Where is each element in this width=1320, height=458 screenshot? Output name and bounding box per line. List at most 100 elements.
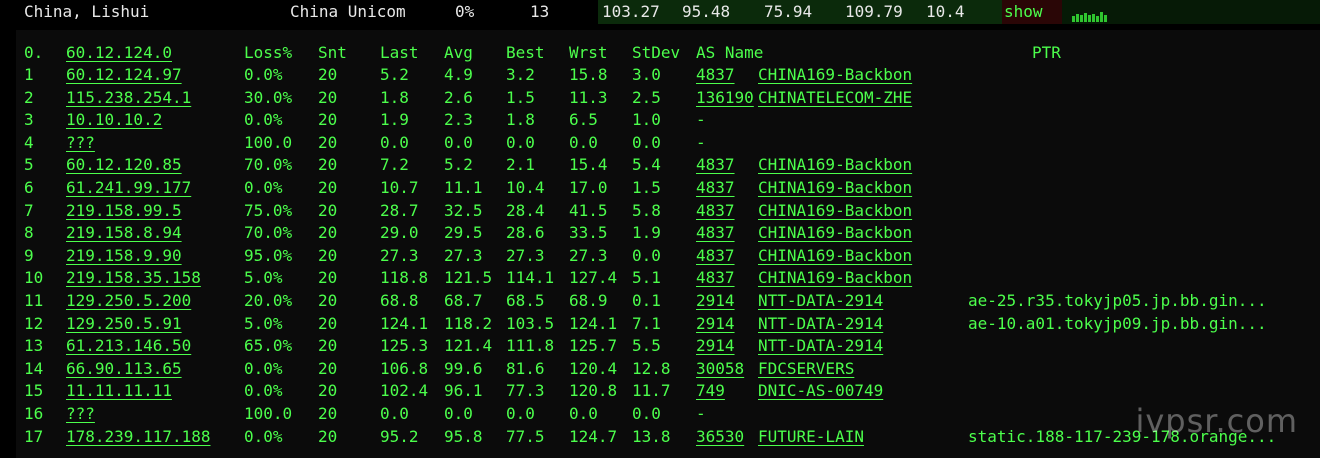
hop-wrst: 127.4 bbox=[569, 268, 618, 288]
hop-host[interactable]: 60.12.124.97 bbox=[66, 64, 182, 86]
hop-avg: 99.6 bbox=[444, 358, 483, 378]
hop-asn[interactable]: 2914 bbox=[696, 313, 735, 335]
hop-asn[interactable]: 136190 bbox=[696, 87, 754, 109]
latency-sparkline-icon bbox=[1072, 12, 1107, 22]
probe-loss: 0% bbox=[455, 2, 475, 21]
hop-avg: 11.1 bbox=[444, 178, 483, 197]
hop-avg: 0.0 bbox=[444, 132, 473, 152]
hop-host[interactable]: 61.213.146.50 bbox=[66, 335, 191, 357]
hop-asname[interactable]: CHINA169-Backbon bbox=[758, 154, 912, 176]
hop-stdev: 0.0 bbox=[632, 132, 661, 152]
hop-asname[interactable]: NTT-DATA-2914 bbox=[758, 335, 883, 357]
header-host[interactable]: 60.12.124.0 bbox=[66, 42, 172, 64]
hop-hop: 16 bbox=[24, 404, 44, 423]
hop-stdev: 5.8 bbox=[632, 200, 661, 220]
hop-asname[interactable]: DNIC-AS-00749 bbox=[758, 380, 883, 402]
hop-loss: 5.0% bbox=[244, 313, 283, 333]
hop-asname[interactable]: NTT-DATA-2914 bbox=[758, 313, 883, 335]
hop-asname[interactable]: CHINA169-Backbon bbox=[758, 267, 912, 289]
header-best: Best bbox=[506, 43, 545, 62]
hop-asname[interactable]: CHINA169-Backbon bbox=[758, 200, 912, 222]
hop-asn[interactable]: 4837 bbox=[696, 177, 735, 199]
hop-host[interactable]: 10.10.10.2 bbox=[66, 109, 162, 131]
hop-avg: 118.2 bbox=[444, 313, 493, 333]
hop-host[interactable]: 219.158.99.5 bbox=[66, 200, 182, 222]
hop-wrst: 33.5 bbox=[569, 223, 608, 243]
hop-hop: 7 bbox=[24, 200, 34, 220]
hop-host[interactable]: 129.250.5.200 bbox=[66, 290, 191, 312]
hop-last: 1.9 bbox=[380, 110, 409, 130]
hop-snt: 20 bbox=[318, 268, 338, 288]
hop-asn[interactable]: 749 bbox=[696, 380, 725, 402]
hop-hop: 10 bbox=[24, 268, 44, 288]
hop-best: 1.8 bbox=[506, 110, 535, 130]
hop-wrst: 27.3 bbox=[569, 245, 608, 265]
hop-host[interactable]: 219.158.35.158 bbox=[66, 267, 201, 289]
hop-asn[interactable]: 36530 bbox=[696, 426, 744, 448]
hop-avg: 0.0 bbox=[444, 404, 473, 423]
hop-stdev: 0.0 bbox=[632, 245, 661, 265]
hop-snt: 20 bbox=[318, 155, 338, 175]
hop-last: 106.8 bbox=[380, 358, 429, 378]
hop-asname[interactable]: CHINA169-Backbon bbox=[758, 245, 912, 267]
hop-asname[interactable]: CHINA169-Backbon bbox=[758, 64, 912, 86]
hop-loss: 5.0% bbox=[244, 268, 283, 288]
hop-wrst: 0.0 bbox=[569, 404, 598, 423]
hop-host[interactable]: 219.158.8.94 bbox=[66, 222, 182, 244]
hop-wrst: 124.7 bbox=[569, 426, 618, 446]
hop-snt: 20 bbox=[318, 223, 338, 243]
hop-last: 27.3 bbox=[380, 245, 419, 265]
hop-host[interactable]: ??? bbox=[66, 132, 95, 154]
hop-avg: 96.1 bbox=[444, 381, 483, 401]
hop-asn[interactable]: 2914 bbox=[696, 290, 735, 312]
hop-host[interactable]: 11.11.11.11 bbox=[66, 380, 172, 402]
hop-host[interactable]: 115.238.254.1 bbox=[66, 87, 191, 109]
hop-stdev: 5.1 bbox=[632, 268, 661, 288]
hop-asn[interactable]: 4837 bbox=[696, 245, 735, 267]
hop-host[interactable]: 219.158.9.90 bbox=[66, 245, 182, 267]
hop-last: 0.0 bbox=[380, 132, 409, 152]
hop-hop: 8 bbox=[24, 223, 34, 243]
hop-loss: 0.0% bbox=[244, 426, 283, 446]
hop-host[interactable]: ??? bbox=[66, 403, 95, 425]
hop-asn[interactable]: 30058 bbox=[696, 358, 744, 380]
hop-asn[interactable]: 4837 bbox=[696, 64, 735, 86]
hop-best: 0.0 bbox=[506, 132, 535, 152]
hop-last: 102.4 bbox=[380, 381, 429, 401]
probe-avg: 95.48 bbox=[682, 2, 731, 21]
hop-asname[interactable]: CHINATELECOM-ZHE bbox=[758, 87, 912, 109]
hop-avg: 68.7 bbox=[444, 291, 483, 310]
header-stdev: StDev bbox=[632, 43, 681, 62]
hop-loss: 20.0% bbox=[244, 291, 293, 310]
hop-stdev: 0.1 bbox=[632, 291, 661, 310]
show-button[interactable]: show bbox=[1004, 0, 1043, 24]
hop-hop: 4 bbox=[24, 132, 34, 152]
hop-host[interactable]: 178.239.117.188 bbox=[66, 426, 211, 448]
hop-hop: 1 bbox=[24, 65, 34, 84]
hop-last: 95.2 bbox=[380, 426, 419, 446]
watermark: ivpsr.com bbox=[1135, 402, 1298, 440]
hop-asn[interactable]: 4837 bbox=[696, 154, 735, 176]
hop-host[interactable]: 66.90.113.65 bbox=[66, 358, 182, 380]
hop-asname[interactable]: FUTURE-LAIN bbox=[758, 426, 864, 448]
hop-wrst: 41.5 bbox=[569, 200, 608, 220]
hop-hop: 5 bbox=[24, 155, 34, 175]
hop-asn[interactable]: 2914 bbox=[696, 335, 735, 357]
hop-asn[interactable]: 4837 bbox=[696, 222, 735, 244]
hop-host[interactable]: 61.241.99.177 bbox=[66, 177, 191, 199]
hop-asname[interactable]: CHINA169-Backbon bbox=[758, 222, 912, 244]
hop-asn[interactable]: 4837 bbox=[696, 267, 735, 289]
hop-asname[interactable]: FDCSERVERS bbox=[758, 358, 854, 380]
probe-best: 75.94 bbox=[764, 2, 813, 21]
hop-loss: 65.0% bbox=[244, 336, 293, 356]
hop-best: 114.1 bbox=[506, 268, 555, 288]
hop-asname[interactable]: NTT-DATA-2914 bbox=[758, 290, 883, 312]
hop-avg: 29.5 bbox=[444, 223, 483, 243]
hop-loss: 70.0% bbox=[244, 155, 293, 175]
hop-snt: 20 bbox=[318, 200, 338, 220]
hop-asn[interactable]: 4837 bbox=[696, 200, 735, 222]
hop-host[interactable]: 60.12.120.85 bbox=[66, 154, 182, 176]
hop-snt: 20 bbox=[318, 426, 338, 446]
hop-host[interactable]: 129.250.5.91 bbox=[66, 313, 182, 335]
hop-asname[interactable]: CHINA169-Backbon bbox=[758, 177, 912, 199]
